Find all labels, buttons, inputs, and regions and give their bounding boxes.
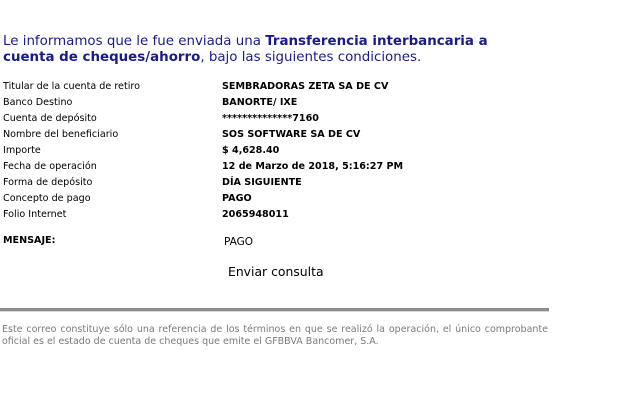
detail-label: Banco Destino [3,97,73,108]
detail-label: Concepto de pago [3,193,91,204]
detail-row-deposit-account: Cuenta de depósito **************7160 [3,111,563,127]
detail-value: 2065948011 [222,209,289,220]
intro-paragraph: Le informamos que le fue enviada una Tra… [3,34,543,66]
detail-value: BANORTE/ IXE [222,97,298,108]
detail-label: Forma de depósito [3,177,93,188]
detail-value: SOS SOFTWARE SA DE CV [222,129,361,140]
detail-row-amount: Importe $ 4,628.40 [3,143,563,159]
detail-value: PAGO [222,193,252,204]
detail-row-destination-bank: Banco Destino BANORTE/ IXE [3,95,563,111]
detail-label: Nombre del beneficiario [3,129,119,140]
detail-label: Folio Internet [3,209,67,220]
message-label: MENSAJE: [3,235,56,246]
detail-value: SEMBRADORAS ZETA SA DE CV [222,81,389,92]
detail-value: **************7160 [222,113,319,124]
transfer-details-table: Titular de la cuenta de retiro SEMBRADOR… [3,79,563,223]
send-inquiry-link[interactable]: Enviar consulta [228,264,324,280]
legal-disclaimer: Este correo constituye sólo una referenc… [2,324,548,347]
detail-row-payment-concept: Concepto de pago PAGO [3,191,563,207]
divider-shadow [0,311,549,312]
detail-label: Fecha de operación [3,161,97,172]
detail-row-account-holder: Titular de la cuenta de retiro SEMBRADOR… [3,79,563,95]
detail-row-beneficiary: Nombre del beneficiario SOS SOFTWARE SA … [3,127,563,143]
intro-text-start: Le informamos que le fue enviada una [3,34,266,49]
detail-value: 12 de Marzo de 2018, 5:16:27 PM [222,161,404,172]
message-value: PAGO [224,236,254,248]
detail-label: Importe [3,145,41,156]
detail-row-internet-folio: Folio Internet 2065948011 [3,207,563,223]
detail-value: DÍA SIGUIENTE [222,177,302,188]
detail-label: Cuenta de depósito [3,113,97,124]
detail-row-deposit-method: Forma de depósito DÍA SIGUIENTE [3,175,563,191]
intro-text-end: , bajo las siguientes condiciones. [200,50,422,65]
message-row: MENSAJE: PAGO [3,234,563,250]
detail-value: $ 4,628.40 [222,145,280,156]
detail-row-operation-date: Fecha de operación 12 de Marzo de 2018, … [3,159,563,175]
detail-label: Titular de la cuenta de retiro [3,81,140,92]
